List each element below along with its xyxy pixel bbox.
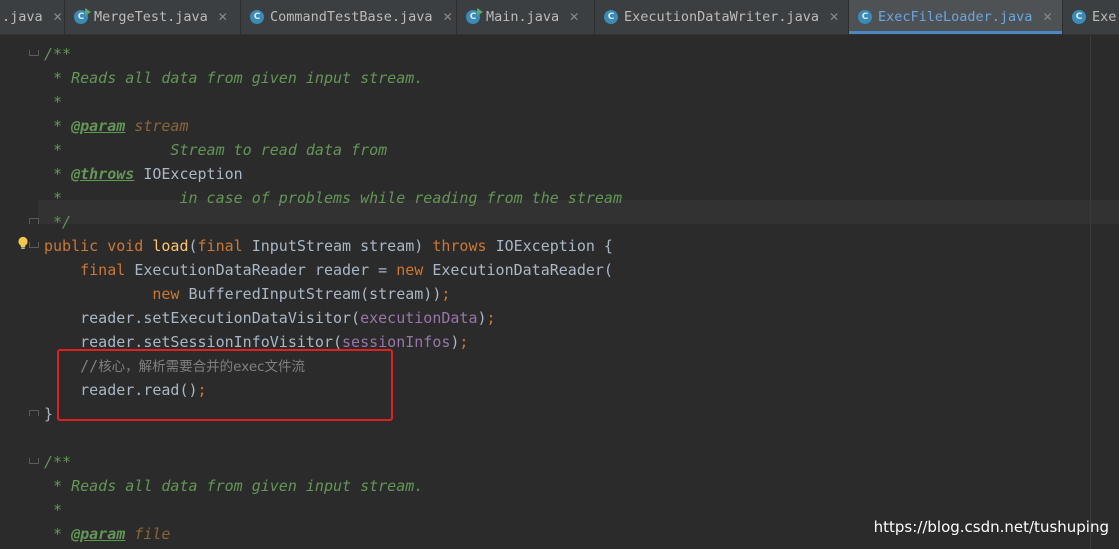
- code-token: final: [197, 237, 252, 255]
- code-line: * @param stream: [44, 114, 189, 138]
- code-line: * Stream to read data from: [44, 138, 387, 162]
- code-token: *: [44, 525, 72, 543]
- code-line: * Reads all data from given input stream…: [44, 474, 423, 498]
- code-token: @throws: [71, 165, 135, 183]
- code-token: *: [44, 165, 72, 183]
- code-token: load: [152, 237, 189, 255]
- tab-mergetest-java[interactable]: C MergeTest.java ✕: [64, 0, 240, 34]
- code-token: public void: [44, 237, 153, 255]
- abstract-class-icon: C: [250, 10, 264, 24]
- code-token: }: [44, 405, 54, 423]
- tab-commandtestbase-java[interactable]: C CommandTestBase.java ✕: [240, 0, 456, 34]
- code-token: * Stream to read data from: [44, 141, 388, 159]
- tab-separator: [848, 0, 849, 34]
- code-token: (: [188, 237, 198, 255]
- code-line: new BufferedInputStream(stream));: [44, 282, 450, 306]
- tab-separator: [240, 0, 241, 34]
- class-icon: C: [1072, 10, 1086, 24]
- code-token: */: [44, 213, 72, 231]
- code-editor[interactable]: /** * Reads all data from given input st…: [0, 35, 1119, 549]
- code-line: }: [44, 402, 53, 426]
- code-line: final ExecutionDataReader reader = new E…: [44, 258, 613, 282]
- tab-exe[interactable]: C Exe: [1062, 0, 1119, 34]
- code-line: *: [44, 498, 62, 522]
- close-icon[interactable]: ✕: [218, 10, 228, 24]
- tab-executiondatawriter-java[interactable]: C ExecutionDataWriter.java ✕: [594, 0, 848, 34]
- tab-execfileloader-java[interactable]: C ExecFileLoader.java ✕: [848, 0, 1062, 34]
- code-token: stream: [125, 117, 189, 135]
- code-line: * @throws IOException: [44, 162, 243, 186]
- code-token: file: [125, 525, 171, 543]
- close-icon[interactable]: ✕: [829, 10, 839, 24]
- code-line: public void load(final InputStream strea…: [44, 234, 613, 258]
- tab-separator: [456, 0, 457, 34]
- code-token: ExecutionDataReader(: [432, 261, 613, 279]
- code-line: * Reads all data from given input stream…: [44, 66, 423, 90]
- code-line: * in case of problems while reading from…: [44, 186, 622, 210]
- class-icon: C: [858, 10, 872, 24]
- code-token: executionData: [360, 309, 478, 327]
- code-token: * Reads all data from given input stream…: [44, 69, 424, 87]
- tab-label: .java: [2, 9, 43, 25]
- code-line: *: [44, 90, 62, 114]
- annotation-highlight-box: [57, 349, 393, 421]
- code-token: /**: [44, 45, 72, 63]
- editor-tab-bar: .java ✕ C MergeTest.java ✕ C CommandTestBase.j…: [0, 0, 1119, 35]
- tab-label: ExecFileLoader.java: [878, 9, 1033, 25]
- code-token: ;: [441, 285, 451, 303]
- code-token: IOException {: [495, 237, 613, 255]
- code-token: *: [44, 117, 72, 135]
- tab-separator: [64, 0, 65, 34]
- tab-label: Main.java: [486, 9, 560, 25]
- code-token: BufferedInputStream(stream)): [188, 285, 442, 303]
- lightbulb-icon[interactable]: [16, 236, 30, 250]
- code-token: *: [44, 93, 63, 111]
- code-token: new: [396, 261, 433, 279]
- close-icon[interactable]: ✕: [53, 10, 63, 24]
- tab-separator: [594, 0, 595, 34]
- tab-label: Exe: [1092, 9, 1117, 25]
- code-token: InputStream stream): [251, 237, 433, 255]
- code-line: * @param file: [44, 522, 170, 546]
- code-token: throws: [432, 237, 496, 255]
- code-token: * in case of problems while reading from…: [44, 189, 622, 207]
- code-token: ExecutionDataReader reader =: [134, 261, 397, 279]
- class-runnable-icon: C: [74, 8, 91, 24]
- code-token: @param: [71, 525, 126, 543]
- tab-label: ExecutionDataWriter.java: [624, 9, 820, 25]
- code-line: /**: [44, 42, 71, 66]
- close-icon[interactable]: ✕: [569, 10, 579, 24]
- tab-separator: [1062, 0, 1063, 34]
- class-icon: C: [604, 10, 618, 24]
- code-line: /**: [44, 450, 71, 474]
- watermark-text: https://blog.csdn.net/tushuping: [873, 518, 1109, 536]
- code-token: ;: [459, 333, 469, 351]
- code-token: final: [80, 261, 135, 279]
- code-token: *: [44, 501, 63, 519]
- code-token: reader.setExecutionDataVisitor(: [44, 309, 361, 327]
- code-token: new: [152, 285, 189, 303]
- code-line: reader.setExecutionDataVisitor(execution…: [44, 306, 496, 330]
- code-token: ;: [486, 309, 496, 327]
- code-token: @param: [71, 117, 126, 135]
- code-token: IOException: [134, 165, 243, 183]
- tab-label: CommandTestBase.java: [270, 9, 433, 25]
- tab-java[interactable]: .java ✕: [0, 0, 64, 34]
- class-runnable-icon: C: [466, 8, 483, 24]
- code-token: ): [477, 309, 487, 327]
- close-icon[interactable]: ✕: [1042, 10, 1052, 24]
- close-icon[interactable]: ✕: [443, 10, 453, 24]
- code-line: */: [44, 210, 71, 234]
- tab-label: MergeTest.java: [94, 9, 208, 25]
- code-token: /**: [44, 453, 72, 471]
- code-token: * Reads all data from given input stream…: [44, 477, 424, 495]
- tab-main-java[interactable]: C Main.java ✕: [456, 0, 594, 34]
